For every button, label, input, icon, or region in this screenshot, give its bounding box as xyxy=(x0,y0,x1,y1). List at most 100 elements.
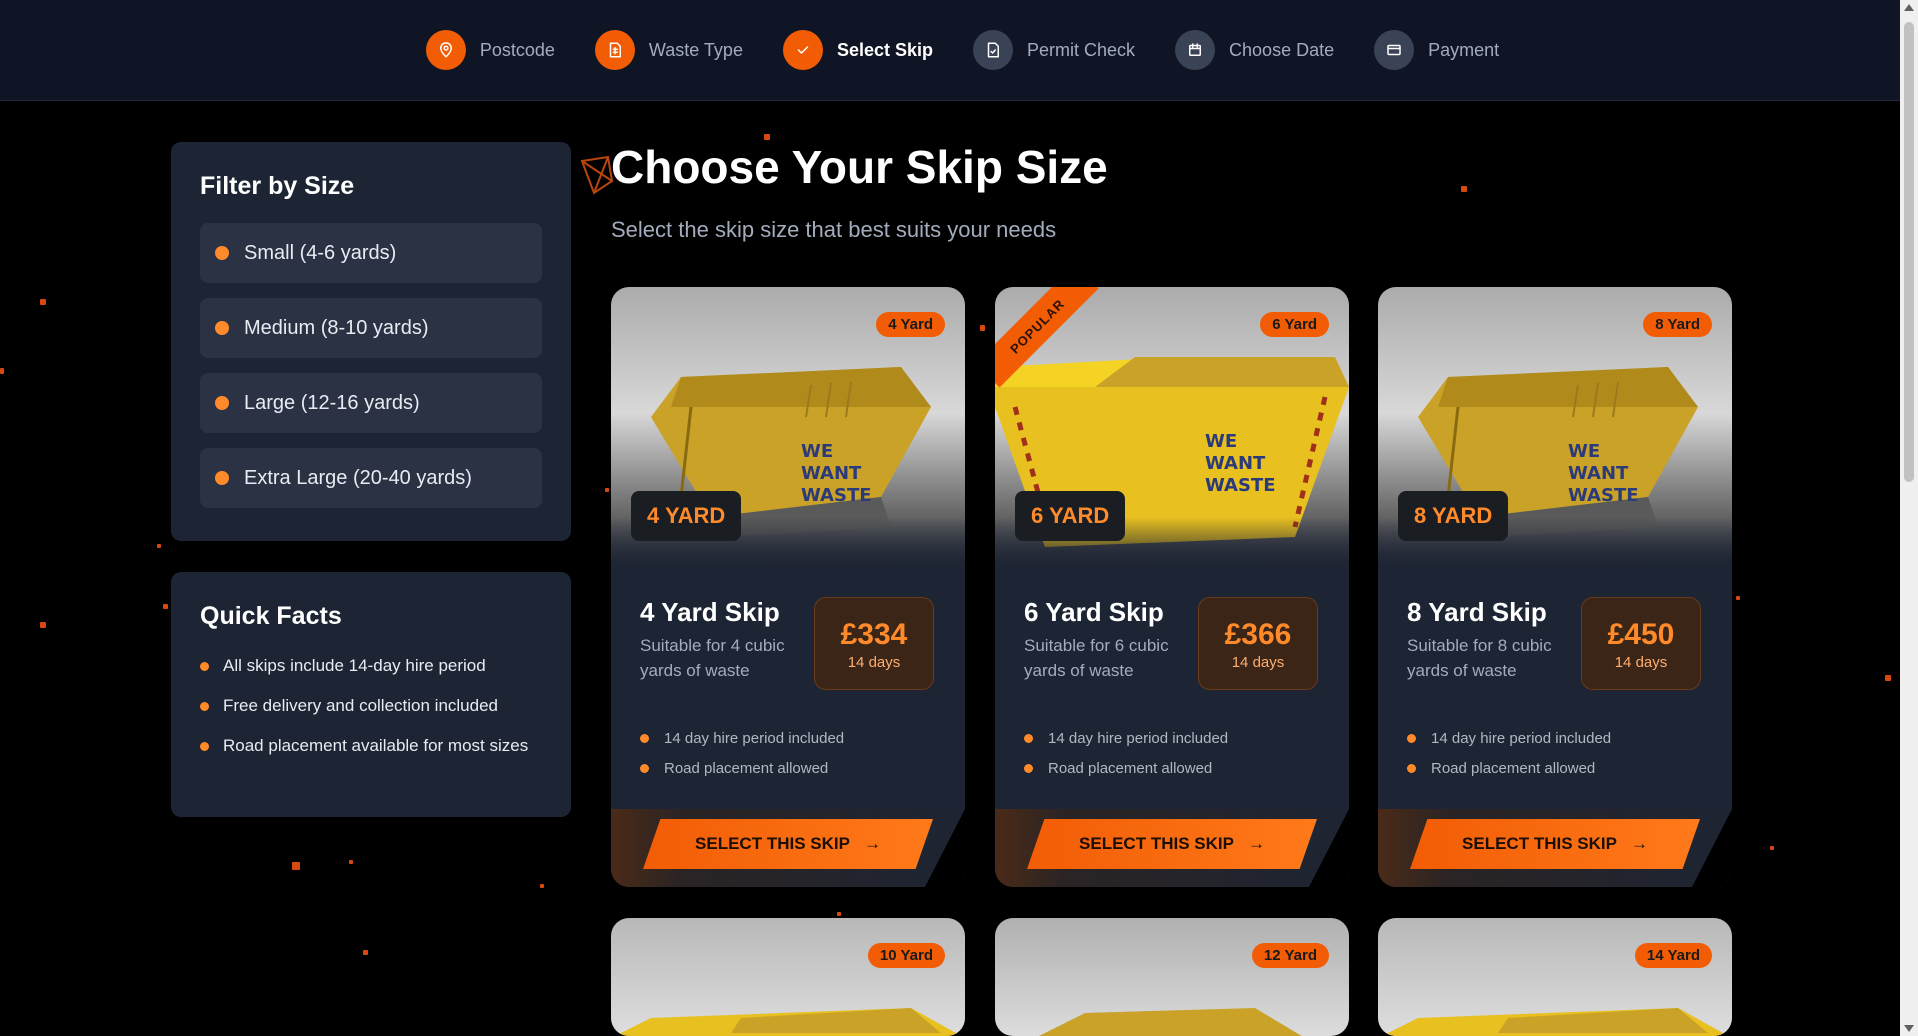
price-box: £366 14 days xyxy=(1198,597,1318,690)
arrow-right-icon: → xyxy=(863,834,881,853)
page-title: Choose Your Skip Size xyxy=(611,141,1108,193)
spark xyxy=(40,622,46,628)
spark xyxy=(605,488,609,492)
page-subtitle: Select the skip size that best suits you… xyxy=(611,217,1057,242)
skip-card-12-yard[interactable]: 12 Yard xyxy=(995,918,1349,1036)
card-title: 8 Yard Skip xyxy=(1407,597,1547,627)
scroll-up-icon[interactable] xyxy=(1904,4,1914,11)
credit-card-icon xyxy=(1374,30,1415,70)
filter-medium[interactable]: Medium (8-10 yards) xyxy=(200,298,542,358)
fact-item: Road placement available for most sizes xyxy=(200,733,542,758)
filter-label: Small (4-6 yards) xyxy=(244,241,397,264)
select-skip-button[interactable]: SELECT THIS SKIP → xyxy=(643,819,933,869)
card-description: Suitable for 8 cubic yards of waste xyxy=(1407,636,1552,680)
step-label: Payment xyxy=(1428,39,1500,60)
fact-text: All skips include 14-day hire period xyxy=(223,656,486,675)
feature-item: Road placement allowed xyxy=(1024,760,1212,777)
scrollbar-thumb[interactable] xyxy=(1904,22,1914,482)
skip-card-14-yard[interactable]: 14 Yard xyxy=(1378,918,1732,1036)
scroll-down-icon[interactable] xyxy=(1904,1025,1914,1032)
skip-illustration xyxy=(1039,1008,1302,1036)
select-skip-button[interactable]: SELECT THIS SKIP → xyxy=(1027,819,1317,869)
button-label: SELECT THIS SKIP xyxy=(1462,834,1617,853)
spark xyxy=(1885,675,1891,681)
spark xyxy=(363,950,368,955)
spark xyxy=(837,912,841,916)
bullet-dot xyxy=(640,734,649,743)
bullet-dot xyxy=(215,396,229,410)
skip-card-8-yard[interactable]: WE WANT WASTE 8 Yard 8 YARD 8 Yard Skip … xyxy=(1378,287,1732,887)
spark xyxy=(157,544,161,548)
price-box: £334 14 days xyxy=(814,597,934,690)
step-waste-type[interactable]: Waste Type xyxy=(594,30,743,70)
step-label: Postcode xyxy=(479,39,555,60)
skip-card-4-yard[interactable]: WE WANT WASTE 4 Yard 4 YARD 4 Yard Skip … xyxy=(611,287,965,887)
spark xyxy=(1461,186,1467,192)
button-label: SELECT THIS SKIP xyxy=(695,834,850,853)
hire-period: 14 days xyxy=(1614,654,1668,671)
select-skip-button[interactable]: SELECT THIS SKIP → xyxy=(1410,819,1700,869)
step-choose-date[interactable]: Choose Date xyxy=(1175,30,1334,70)
quick-facts-panel: Quick Facts All skips include 14-day hir… xyxy=(171,572,571,817)
filter-label: Large (12-16 yards) xyxy=(244,391,420,414)
yard-tag: 4 YARD xyxy=(631,491,742,541)
step-select-skip[interactable]: Select Skip xyxy=(782,30,933,70)
map-pin-icon xyxy=(425,30,466,70)
fact-item: All skips include 14-day hire period xyxy=(200,653,542,678)
bullet-dot xyxy=(1407,734,1416,743)
step-payment[interactable]: Payment xyxy=(1374,30,1499,70)
feature-item: 14 day hire period included xyxy=(1407,730,1611,747)
svg-text:WANT: WANT xyxy=(1568,463,1629,484)
skip-image: 14 Yard xyxy=(1378,918,1732,1036)
size-badge: 6 Yard xyxy=(1260,312,1329,337)
svg-text:WE: WE xyxy=(1205,431,1237,452)
arrow-right-icon: → xyxy=(1247,834,1265,853)
size-badge: 8 Yard xyxy=(1643,312,1712,337)
step-label: Choose Date xyxy=(1229,39,1335,60)
svg-text:WE: WE xyxy=(801,441,833,462)
yard-tag: 6 YARD xyxy=(1015,491,1126,541)
filter-panel: Filter by Size Small (4-6 yards) Medium … xyxy=(171,142,571,541)
check-icon xyxy=(782,30,823,70)
bullet-dot xyxy=(1407,764,1416,773)
card-title: 4 Yard Skip xyxy=(640,597,780,627)
filter-extra-large[interactable]: Extra Large (20-40 yards) xyxy=(200,448,542,508)
svg-text:WE: WE xyxy=(1568,441,1600,462)
step-postcode[interactable]: Postcode xyxy=(425,30,555,70)
step-label: Permit Check xyxy=(1027,39,1136,60)
hire-period: 14 days xyxy=(847,654,901,671)
feature-text: Road placement allowed xyxy=(1431,760,1596,777)
fact-text: Road placement available for most sizes xyxy=(223,736,529,755)
card-description: Suitable for 4 cubic yards of waste xyxy=(640,636,785,680)
filter-label: Medium (8-10 yards) xyxy=(244,316,429,339)
filter-large[interactable]: Large (12-16 yards) xyxy=(200,373,542,433)
skip-image: WE WANT WASTE POPULAR 6 Yard 6 YARD xyxy=(995,287,1349,567)
yard-tag: 8 YARD xyxy=(1398,491,1509,541)
spark xyxy=(292,862,300,870)
spark xyxy=(163,604,168,609)
feature-item: 14 day hire period included xyxy=(640,730,844,747)
skip-illustration xyxy=(615,1008,962,1036)
card-title: 6 Yard Skip xyxy=(1024,597,1164,627)
spark xyxy=(980,325,985,331)
trash-icon xyxy=(594,30,635,70)
svg-text:WASTE: WASTE xyxy=(1205,475,1276,496)
feature-item: Road placement allowed xyxy=(640,760,828,777)
step-label: Waste Type xyxy=(648,39,743,60)
bullet-dot xyxy=(200,702,209,711)
step-permit-check[interactable]: Permit Check xyxy=(973,30,1135,70)
size-badge: 14 Yard xyxy=(1634,943,1712,968)
bullet-dot xyxy=(200,662,209,671)
calendar-icon xyxy=(1175,30,1216,70)
spark xyxy=(349,860,353,864)
size-badge: 12 Yard xyxy=(1251,943,1329,968)
size-badge: 10 Yard xyxy=(867,943,945,968)
skip-card-10-yard[interactable]: 10 Yard xyxy=(611,918,965,1036)
skip-card-6-yard[interactable]: WE WANT WASTE POPULAR 6 Yard 6 YARD 6 Ya… xyxy=(995,287,1349,887)
feature-text: Road placement allowed xyxy=(664,760,829,777)
filter-small[interactable]: Small (4-6 yards) xyxy=(200,223,542,283)
page-scrollbar[interactable] xyxy=(1900,0,1918,1036)
feature-text: 14 day hire period included xyxy=(1431,730,1612,747)
step-label: Select Skip xyxy=(836,39,933,60)
svg-text:WANT: WANT xyxy=(801,463,862,484)
